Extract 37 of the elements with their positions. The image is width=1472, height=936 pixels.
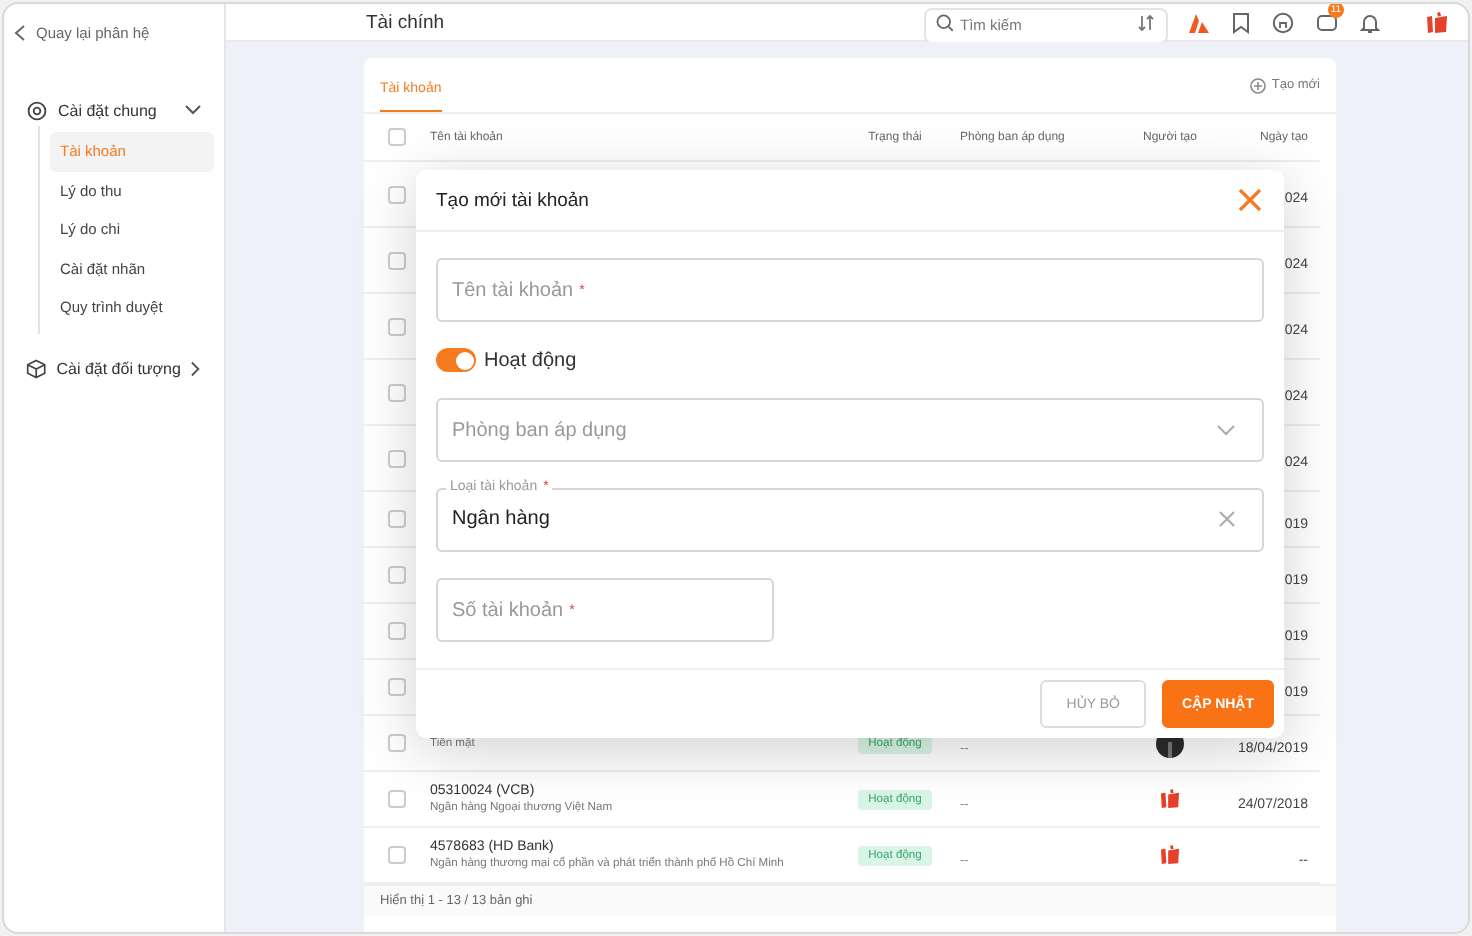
toggle-switch[interactable] bbox=[436, 348, 476, 372]
row-checkbox[interactable] bbox=[388, 678, 406, 696]
row-checkbox[interactable] bbox=[388, 734, 406, 752]
sidebar-group[interactable]: Cài đặt chung bbox=[14, 94, 214, 126]
brand-logo-icon bbox=[1160, 844, 1180, 866]
search-icon bbox=[936, 14, 954, 32]
clear-icon[interactable] bbox=[1218, 510, 1236, 528]
chevron-down-icon bbox=[184, 104, 202, 116]
logo-icon[interactable] bbox=[1188, 11, 1210, 33]
chevron-right-icon bbox=[190, 360, 202, 378]
select-all-checkbox[interactable] bbox=[388, 128, 406, 146]
close-icon[interactable] bbox=[1238, 188, 1262, 212]
back-chevron-icon bbox=[14, 24, 26, 42]
row-checkbox[interactable] bbox=[388, 846, 406, 864]
switch-label: Hoạt động bbox=[484, 349, 577, 371]
row-checkbox[interactable] bbox=[388, 185, 406, 203]
page-title: Tài chính bbox=[366, 11, 447, 33]
bell-icon[interactable] bbox=[1360, 11, 1380, 33]
brand-logo-icon[interactable] bbox=[1426, 11, 1448, 33]
row-checkbox[interactable] bbox=[388, 510, 406, 528]
chevron-down-icon bbox=[1216, 424, 1236, 436]
row-checkbox[interactable] bbox=[388, 790, 406, 808]
row-checkbox[interactable] bbox=[388, 317, 406, 335]
bookmark-icon[interactable] bbox=[1232, 11, 1250, 33]
box-icon bbox=[26, 358, 47, 380]
chat-icon[interactable] bbox=[1316, 11, 1338, 33]
plus-circle-icon bbox=[1249, 77, 1266, 93]
gear-icon bbox=[26, 99, 48, 121]
row-checkbox[interactable] bbox=[388, 622, 406, 640]
row-checkbox[interactable] bbox=[388, 251, 406, 269]
sort-icon bbox=[1138, 14, 1154, 32]
sidebar-group[interactable]: Cài đặt đối tượng bbox=[14, 353, 214, 385]
row-checkbox[interactable] bbox=[388, 383, 406, 401]
dialog-title: Tạo mới tài khoản bbox=[436, 189, 589, 211]
row-checkbox[interactable] bbox=[388, 566, 406, 584]
brand-logo-icon bbox=[1160, 788, 1180, 810]
row-checkbox[interactable] bbox=[388, 449, 406, 467]
